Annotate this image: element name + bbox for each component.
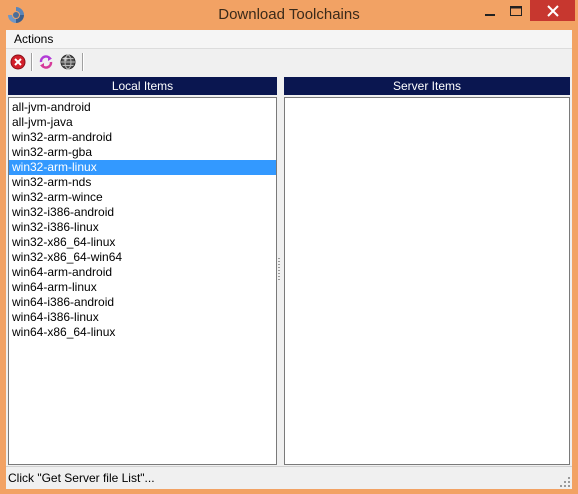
local-list-item[interactable]: win32-i386-linux <box>9 220 276 235</box>
toolbar-separator <box>31 53 33 71</box>
maximize-icon <box>510 5 522 16</box>
local-list-item[interactable]: win32-i386-android <box>9 205 276 220</box>
local-list-item[interactable]: win64-i386-linux <box>9 310 276 325</box>
stop-icon <box>10 54 26 70</box>
local-items-list[interactable]: all-jvm-android all-jvm-java win32-arm-and… <box>8 97 277 465</box>
local-list-item[interactable]: all-jvm-java <box>9 115 276 130</box>
local-list-item[interactable]: win32-arm-android <box>9 130 276 145</box>
local-list-item[interactable]: win64-arm-linux <box>9 280 276 295</box>
minimize-button[interactable] <box>478 0 502 21</box>
local-list-item[interactable]: win32-arm-gba <box>9 145 276 160</box>
maximize-button[interactable] <box>504 0 528 21</box>
get-server-list-button[interactable] <box>59 53 77 71</box>
local-list-item[interactable]: all-jvm-android <box>9 100 276 115</box>
local-list-item[interactable]: win32-arm-nds <box>9 175 276 190</box>
toolbar-separator <box>82 53 84 71</box>
server-items-list[interactable] <box>284 97 570 465</box>
client-area: Actions Local Items all-jvm-android all-… <box>6 30 572 489</box>
stop-button[interactable] <box>9 53 27 71</box>
local-list-item[interactable]: win32-arm-wince <box>9 190 276 205</box>
local-list-item[interactable]: win64-arm-android <box>9 265 276 280</box>
download-toolchains-window: Download Toolchains Actions Local Items … <box>0 0 578 494</box>
local-items-header: Local Items <box>8 77 277 95</box>
status-bar: Click "Get Server file List"... <box>6 466 572 489</box>
globe-icon <box>60 54 76 70</box>
menu-actions[interactable]: Actions <box>14 32 53 46</box>
local-list-item[interactable]: win64-x86_64-linux <box>9 325 276 340</box>
menu-bar: Actions <box>6 30 572 49</box>
resize-grip-icon[interactable] <box>560 477 570 487</box>
minimize-icon <box>485 13 495 16</box>
toolbar <box>6 50 572 74</box>
status-text: Click "Get Server file List"... <box>8 471 155 485</box>
local-list-item[interactable]: win32-arm-linux <box>9 160 276 175</box>
close-button[interactable] <box>530 0 575 21</box>
close-icon <box>546 4 559 17</box>
refresh-icon <box>39 55 53 69</box>
panel-splitter[interactable] <box>278 258 280 280</box>
local-list-item[interactable]: win64-i386-android <box>9 295 276 310</box>
local-list-item[interactable]: win32-x86_64-win64 <box>9 250 276 265</box>
server-items-header: Server Items <box>284 77 570 95</box>
refresh-button[interactable] <box>37 53 55 71</box>
local-list-item[interactable]: win32-x86_64-linux <box>9 235 276 250</box>
title-bar[interactable]: Download Toolchains <box>0 0 578 30</box>
